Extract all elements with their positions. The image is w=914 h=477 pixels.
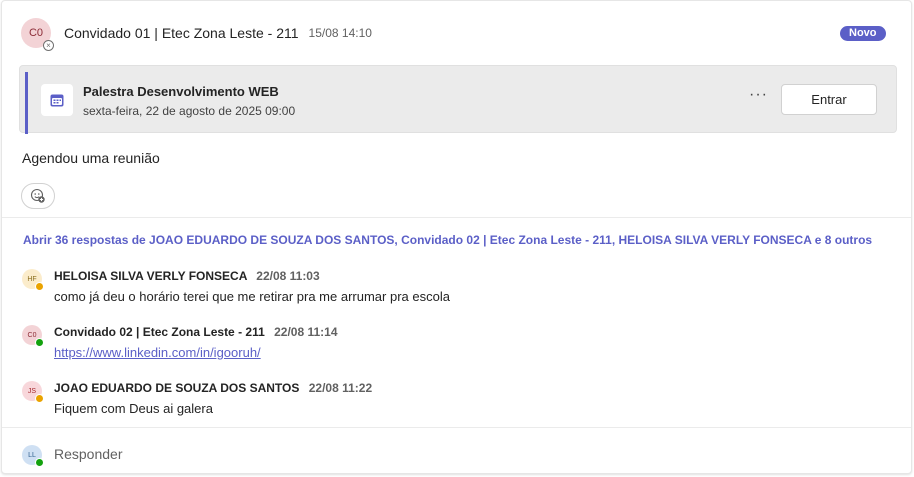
current-user-initials: LL bbox=[28, 451, 36, 459]
meeting-title[interactable]: Palestra Desenvolvimento WEB bbox=[83, 84, 279, 99]
reply-text: https://www.linkedin.com/in/igooruh/ bbox=[54, 345, 261, 360]
reply-author-line: HELOISA SILVA VERLY FONSECA 22/08 11:03 bbox=[54, 269, 320, 283]
linkedin-link[interactable]: https://www.linkedin.com/in/igooruh/ bbox=[54, 345, 261, 360]
meeting-accent-bar bbox=[25, 72, 28, 134]
reply-avatar-initials: C0 bbox=[27, 331, 37, 339]
reply-author-line: Convidado 02 | Etec Zona Leste - 211 22/… bbox=[54, 325, 338, 339]
post-header: C0 × Convidado 01 | Etec Zona Leste - 21… bbox=[21, 18, 372, 51]
new-badge: Novo bbox=[840, 26, 886, 41]
emoji-add-icon bbox=[30, 188, 45, 203]
divider bbox=[2, 427, 911, 428]
join-meeting-button[interactable]: Entrar bbox=[781, 84, 877, 115]
more-options-button[interactable]: ··· bbox=[749, 86, 768, 104]
reply-text: como já deu o horário terei que me retir… bbox=[54, 289, 450, 304]
calendar-icon bbox=[41, 84, 73, 116]
reply-author[interactable]: Convidado 02 | Etec Zona Leste - 211 bbox=[54, 325, 265, 339]
reply-author[interactable]: JOAO EDUARDO DE SOUZA DOS SANTOS bbox=[54, 381, 299, 395]
reply-time: 22/08 11:14 bbox=[274, 325, 338, 339]
open-replies-link[interactable]: Abrir 36 respostas de JOAO EDUARDO DE SO… bbox=[23, 233, 872, 247]
presence-dot bbox=[35, 394, 44, 403]
post-author[interactable]: Convidado 01 | Etec Zona Leste - 211 bbox=[64, 25, 299, 41]
author-avatar[interactable]: C0 × bbox=[21, 18, 54, 51]
reply-avatar-initials: JS bbox=[27, 387, 37, 395]
meeting-card[interactable]: Palestra Desenvolvimento WEB sexta-feira… bbox=[19, 65, 897, 134]
post-body: Agendou uma reunião bbox=[22, 150, 160, 166]
reply-author[interactable]: HELOISA SILVA VERLY FONSECA bbox=[54, 269, 247, 283]
reply-avatar[interactable]: C0 bbox=[22, 325, 44, 347]
reply-author-line: JOAO EDUARDO DE SOUZA DOS SANTOS 22/08 1… bbox=[54, 381, 372, 395]
presence-offline-icon: × bbox=[43, 40, 54, 51]
reply-avatar-initials: HF bbox=[27, 275, 37, 283]
divider bbox=[2, 217, 911, 218]
presence-dot bbox=[35, 458, 44, 467]
meeting-date: sexta-feira, 22 de agosto de 2025 09:00 bbox=[83, 104, 296, 118]
add-reaction-button[interactable] bbox=[21, 183, 55, 209]
author-initials: C0 bbox=[28, 27, 44, 39]
post-card: C0 × Convidado 01 | Etec Zona Leste - 21… bbox=[1, 0, 912, 474]
reply-avatar[interactable]: HF bbox=[22, 269, 44, 291]
reply-time: 22/08 11:22 bbox=[308, 381, 373, 395]
reply-text: Fiquem com Deus ai galera bbox=[54, 401, 213, 416]
post-time: 15/08 14:10 bbox=[308, 26, 372, 40]
reply-button[interactable]: Responder bbox=[54, 446, 123, 462]
presence-dot bbox=[35, 338, 44, 347]
reply-time: 22/08 11:03 bbox=[256, 269, 320, 283]
presence-dot bbox=[35, 282, 44, 291]
reply-avatar[interactable]: JS bbox=[22, 381, 44, 403]
current-user-avatar: LL bbox=[22, 445, 44, 467]
